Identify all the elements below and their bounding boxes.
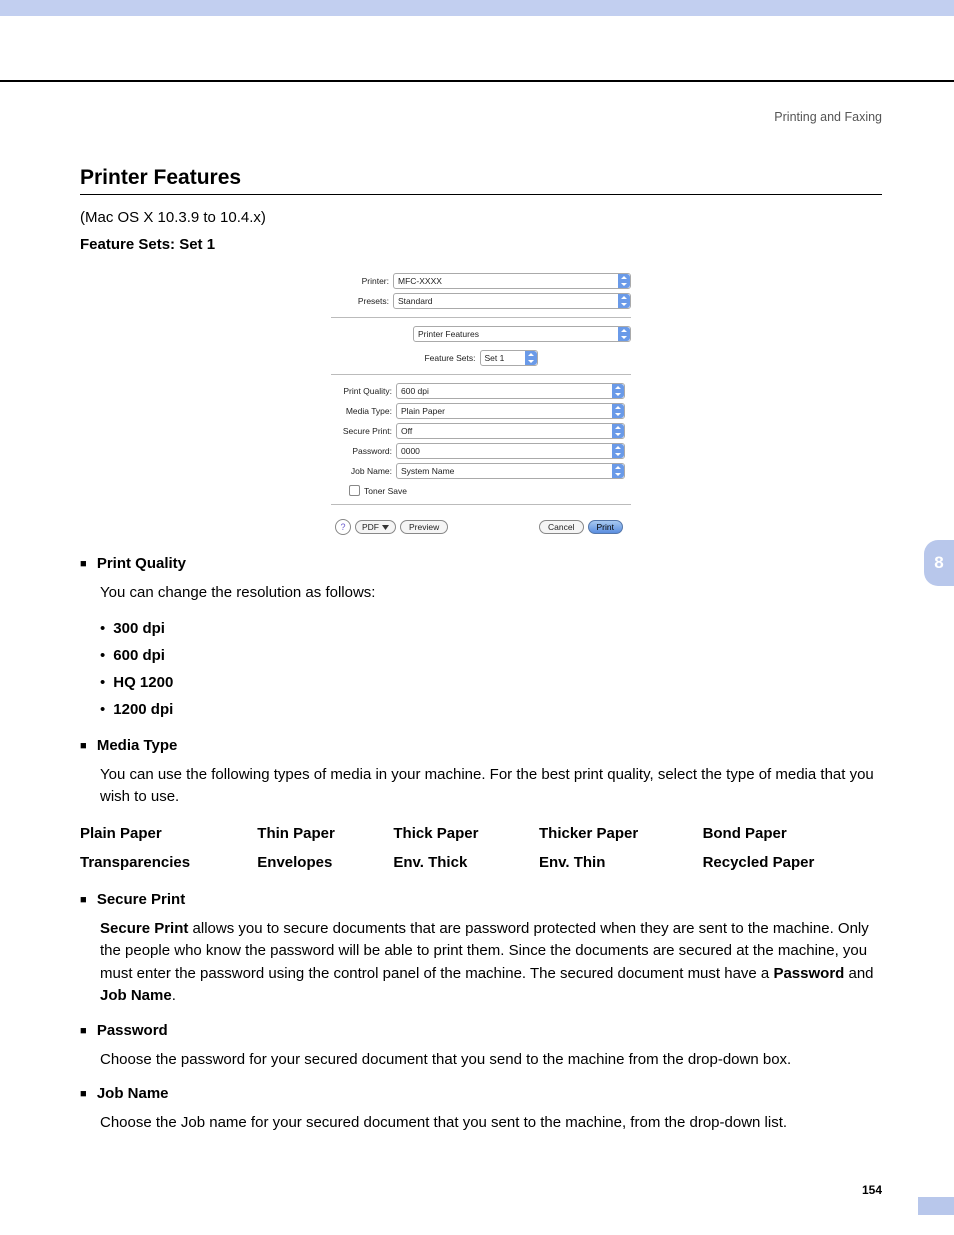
dlg-presets-label: Presets: [331,296,393,306]
pq-item: HQ 1200 [100,669,882,696]
dlg-pane-select[interactable]: Printer Features [413,326,631,342]
chapter-tab: 8 [924,540,954,586]
help-icon[interactable]: ? [335,519,351,535]
dlg-mt-select[interactable]: Plain Paper [396,403,625,419]
dlg-featuresets-select[interactable]: Set 1 [480,350,538,366]
pq-body: You can change the resolution as follows… [100,582,882,605]
section-password: Password Choose the password for your se… [80,1022,882,1072]
mt-body: You can use the following types of media… [100,764,882,809]
dlg-presets-select[interactable]: Standard [393,293,631,309]
footer-color-bar [918,1197,954,1215]
section-print-quality: Print Quality You can change the resolut… [80,555,882,723]
chevron-updown-icon [525,351,537,365]
dlg-presets-value: Standard [398,296,433,306]
preview-button[interactable]: Preview [400,520,448,534]
dlg-pw-select[interactable]: 0000 [396,443,625,459]
dlg-tonersave-check[interactable]: Toner Save [337,481,625,498]
print-button[interactable]: Print [588,520,623,534]
dlg-printer-select[interactable]: MFC-XXXX [393,273,631,289]
pq-item: 600 dpi [100,642,882,669]
dlg-printer-value: MFC-XXXX [398,276,442,286]
os-caption: (Mac OS X 10.3.9 to 10.4.x) [80,209,882,226]
dlg-mt-label: Media Type: [337,406,396,416]
media-type-grid: Plain Paper Thin Paper Thick Paper Thick… [80,819,882,877]
header-color-bar [0,0,954,16]
chevron-updown-icon [612,424,624,438]
dlg-pw-label: Password: [337,446,396,456]
chevron-updown-icon [618,327,630,341]
dlg-pane-value: Printer Features [418,329,479,339]
chevron-updown-icon [612,404,624,418]
dlg-pq-label: Print Quality: [337,386,396,396]
page-title: Printer Features [80,166,882,190]
media-cell: Recycled Paper [703,848,882,877]
section-media-type: Media Type You can use the following typ… [80,737,882,877]
header-rule [0,58,954,82]
dlg-featuresets-label: Feature Sets: [424,353,479,363]
media-cell: Thick Paper [393,819,539,848]
dlg-sp-label: Secure Print: [337,426,396,436]
media-cell: Thin Paper [257,819,393,848]
print-dialog: Printer: MFC-XXXX Presets: Standard Prin… [331,271,631,535]
checkbox-icon [349,485,360,496]
dlg-featuresets-value: Set 1 [485,353,505,363]
section-secure-print: Secure Print Secure Print allows you to … [80,891,882,1008]
media-cell: Env. Thick [393,848,539,877]
section-job-name: Job Name Choose the Job name for your se… [80,1085,882,1135]
pq-item: 1200 dpi [100,696,882,723]
feature-set-label: Feature Sets: Set 1 [80,236,882,253]
pdf-menu-button[interactable]: PDF [355,520,396,534]
media-cell: Plain Paper [80,819,257,848]
media-cell: Bond Paper [703,819,882,848]
title-rule [80,194,882,195]
chevron-updown-icon [612,384,624,398]
media-cell: Env. Thin [539,848,703,877]
media-cell: Envelopes [257,848,393,877]
dlg-jn-select[interactable]: System Name [396,463,625,479]
dlg-sp-select[interactable]: Off [396,423,625,439]
dlg-printer-label: Printer: [331,276,393,286]
chevron-updown-icon [618,294,630,308]
chapter-number: 8 [924,540,954,586]
chevron-updown-icon [612,464,624,478]
dlg-jn-label: Job Name: [337,466,396,476]
chevron-updown-icon [612,444,624,458]
media-cell: Thicker Paper [539,819,703,848]
cancel-button[interactable]: Cancel [539,520,583,534]
media-cell: Transparencies [80,848,257,877]
pw-body: Choose the password for your secured doc… [100,1049,882,1072]
jn-body: Choose the Job name for your secured doc… [100,1112,882,1135]
chevron-updown-icon [618,274,630,288]
pq-item: 300 dpi [100,615,882,642]
dlg-pq-select[interactable]: 600 dpi [396,383,625,399]
page-number: 154 [862,1183,882,1197]
sp-body: Secure Print allows you to secure docume… [100,918,882,1008]
